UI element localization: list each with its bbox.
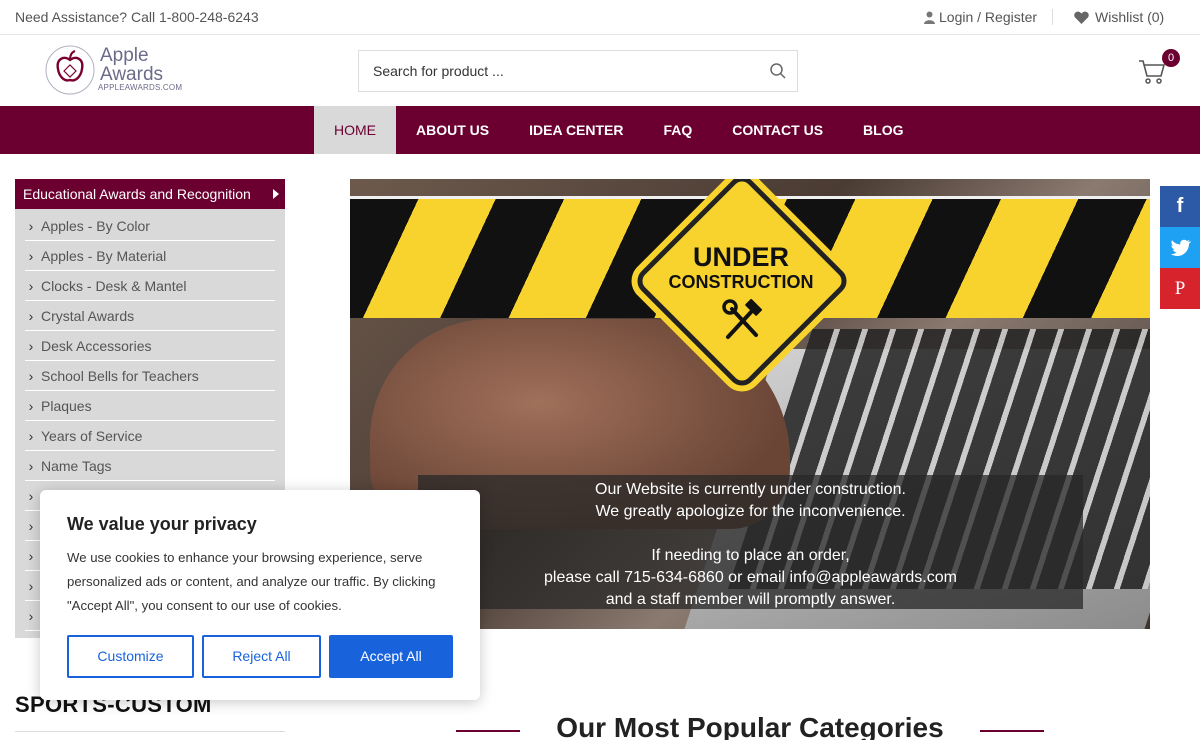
topbar-divider: [1052, 9, 1053, 25]
sidebar-item[interactable]: › Years of Service: [25, 421, 275, 451]
sidebar-item-label: Clocks - Desk & Mantel: [41, 277, 187, 294]
chevron-right-icon: ›: [28, 247, 34, 264]
popular-categories-title: Our Most Popular Categories: [556, 712, 944, 740]
sidebar-item[interactable]: › Apples - By Color: [25, 211, 275, 241]
sidebar-item[interactable]: › Clocks - Desk & Mantel: [25, 271, 275, 301]
reject-all-button[interactable]: Reject All: [202, 635, 321, 678]
cookie-body-text: We use cookies to enhance your browsing …: [67, 550, 436, 613]
search-box: [358, 50, 798, 92]
chevron-right-icon: ›: [28, 487, 34, 504]
popular-categories-heading: Our Most Popular Categories: [456, 712, 1044, 740]
search-input[interactable]: [359, 51, 749, 91]
nav-item-blog[interactable]: BLOG: [843, 106, 923, 154]
facebook-icon: f: [1176, 195, 1184, 217]
chevron-right-icon: ›: [28, 217, 34, 234]
nav-item-faq[interactable]: FAQ: [644, 106, 713, 154]
twitter-share-button[interactable]: [1160, 227, 1200, 268]
login-register-link[interactable]: Login / Register: [924, 9, 1037, 25]
sidebar-item-label: Desk Accessories: [41, 337, 152, 354]
logo-line-2: Awards: [100, 64, 164, 85]
apple-logo-icon: [45, 45, 95, 95]
twitter-icon: [1170, 239, 1191, 256]
sign-line-1: UNDER: [692, 242, 789, 272]
login-register-label: Login / Register: [939, 9, 1038, 25]
nav-item-contact-us[interactable]: CONTACT US: [712, 106, 843, 154]
message-line: Our Website is currently under construct…: [595, 481, 906, 498]
hammer-wrench-icon: [722, 298, 763, 339]
chevron-right-icon: ›: [28, 607, 34, 624]
sidebar-item-label: School Bells for Teachers: [41, 367, 199, 384]
cookie-title: We value your privacy: [67, 514, 257, 534]
customize-button[interactable]: Customize: [67, 635, 194, 678]
chevron-right-icon: ›: [28, 577, 34, 594]
chevron-right-icon: ›: [28, 517, 34, 534]
pinterest-share-button[interactable]: P: [1160, 268, 1200, 309]
cart-icon: [1139, 60, 1166, 84]
caret-right-icon: [273, 189, 279, 199]
sidebar-item-label: Crystal Awards: [41, 307, 135, 324]
chevron-right-icon: ›: [28, 397, 34, 414]
message-line: If needing to place an order,: [651, 547, 850, 564]
sidebar-item-label: Plaques: [41, 397, 92, 414]
chevron-right-icon: ›: [28, 307, 34, 324]
chevron-right-icon: ›: [28, 457, 34, 474]
sports-divider: [15, 731, 285, 732]
sidebar-item[interactable]: › Name Tags: [25, 451, 275, 481]
sidebar-item[interactable]: › Plaques: [25, 391, 275, 421]
top-bar: Need Assistance? Call 1-800-248-6243 Log…: [0, 0, 1200, 35]
nav-item-idea-center[interactable]: IDEA CENTER: [509, 106, 643, 154]
sidebar-heading-label: Educational Awards and Recognition: [23, 186, 251, 202]
site-logo[interactable]: Apple Awards APPLEAWARDS.COM: [44, 44, 184, 96]
warning-sign-text: UNDER CONSTRUCTION: [640, 243, 842, 293]
sidebar-item-label: Apples - By Color: [41, 217, 150, 234]
message-line: We greatly apologize for the inconvenien…: [595, 503, 906, 520]
wishlist-label: Wishlist (0): [1095, 9, 1165, 25]
logo-url: APPLEAWARDS.COM: [98, 83, 183, 92]
chevron-right-icon: ›: [28, 427, 34, 444]
sidebar-item[interactable]: › Apples - By Material: [25, 241, 275, 271]
logo-wordmark: Apple Awards: [100, 46, 163, 84]
sidebar-item-label: Apples - By Material: [41, 247, 167, 264]
sidebar-item[interactable]: › Crystal Awards: [25, 301, 275, 331]
accept-all-button[interactable]: Accept All: [329, 635, 453, 678]
sidebar-item[interactable]: › School Bells for Teachers: [25, 361, 275, 391]
chevron-right-icon: ›: [28, 367, 34, 384]
message-line: please call 715-634-6860 or email info@a…: [544, 569, 957, 586]
message-line: [418, 523, 1083, 545]
user-icon: [924, 11, 935, 24]
cart-button[interactable]: 0: [1138, 49, 1182, 90]
sidebar-item[interactable]: › Desk Accessories: [25, 331, 275, 361]
chevron-right-icon: ›: [28, 337, 34, 354]
chevron-right-icon: ›: [28, 547, 34, 564]
search-icon[interactable]: [769, 62, 787, 80]
pinterest-icon: P: [1174, 277, 1186, 299]
heart-icon: [1074, 11, 1089, 24]
main-nav: HOME ABOUT US IDEA CENTER FAQ CONTACT US…: [0, 106, 1200, 154]
message-line: and a staff member will promptly answer.: [605, 591, 896, 608]
chevron-right-icon: ›: [28, 277, 34, 294]
wishlist-link[interactable]: Wishlist (0): [1074, 9, 1164, 25]
cart-count-badge: 0: [1162, 49, 1180, 67]
construction-message: Our Website is currently under construct…: [418, 475, 1083, 609]
assistance-phone-text: Need Assistance? Call 1-800-248-6243: [15, 9, 259, 25]
sidebar-item-label: Name Tags: [41, 457, 112, 474]
sidebar-heading[interactable]: Educational Awards and Recognition: [15, 179, 285, 209]
cookie-consent-dialog: We value your privacy We use cookies to …: [40, 490, 480, 700]
nav-item-about-us[interactable]: ABOUT US: [396, 106, 509, 154]
sidebar-item-label: Years of Service: [41, 427, 143, 444]
facebook-share-button[interactable]: f: [1160, 186, 1200, 227]
sign-line-2: CONSTRUCTION: [668, 272, 814, 292]
nav-item-home[interactable]: HOME: [314, 106, 396, 154]
heading-rule-right: [980, 730, 1044, 732]
logo-line-1: Apple: [100, 45, 149, 66]
